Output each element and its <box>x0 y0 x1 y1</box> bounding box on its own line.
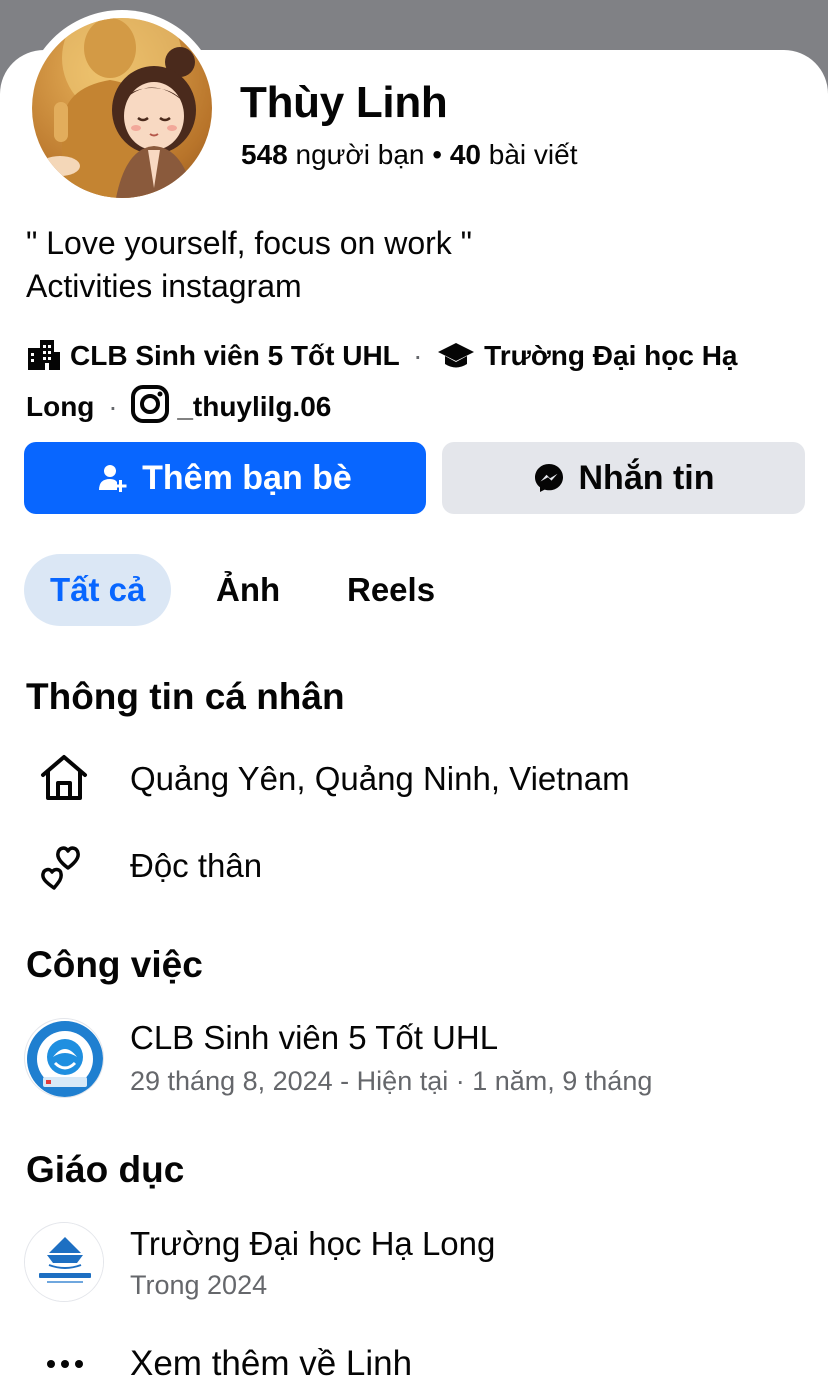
avatar[interactable] <box>32 18 212 198</box>
bio-line: " Love yourself, focus on work " <box>26 225 473 261</box>
add-friend-label: Thêm bạn bè <box>142 458 352 497</box>
bio: " Love yourself, focus on work " Activit… <box>26 222 472 308</box>
link-separator: · <box>108 391 118 422</box>
instagram-icon <box>131 385 170 436</box>
hometown-text: Quảng Yên, Quảng Ninh, Vietnam <box>130 760 630 797</box>
profile-name: Thùy Linh <box>240 78 448 127</box>
message-button[interactable]: Nhắn tin <box>442 442 805 514</box>
tab-all[interactable]: Tất cả <box>24 554 172 626</box>
add-friend-button[interactable]: Thêm bạn bè <box>24 442 426 514</box>
posts-label: bài viết <box>488 139 578 170</box>
work-section-title: Công việc <box>26 944 203 985</box>
education-period: Trong 2024 <box>130 1270 268 1300</box>
friends-label[interactable]: người bạn <box>296 139 425 170</box>
home-icon <box>38 752 90 809</box>
work-period: 29 tháng 8, 2024 - Hiện tại · 1 năm, 9 t… <box>130 1066 653 1096</box>
education-section-title: Giáo dục <box>26 1149 185 1190</box>
intro-links: CLB Sinh viên 5 Tốt UHL · Trường Đại học… <box>26 334 806 436</box>
instagram-link-label: _thuylilg.06 <box>177 391 332 422</box>
more-icon <box>44 1346 86 1383</box>
relationship-text: Độc thân <box>130 847 263 884</box>
school-link-label: Trường Đại học Hạ <box>484 340 738 371</box>
tab-photos[interactable]: Ảnh <box>190 554 306 626</box>
work-link-label: CLB Sinh viên 5 Tốt UHL <box>70 340 400 371</box>
education-school[interactable]: Trường Đại học Hạ Long <box>130 1225 495 1263</box>
add-person-icon <box>99 465 127 492</box>
posts-count: 40 <box>449 139 481 170</box>
tab-reels[interactable]: Reels <box>321 554 461 626</box>
avatar-illustration <box>40 18 196 198</box>
work-link[interactable]: CLB Sinh viên 5 Tốt UHL <box>26 340 407 371</box>
link-separator: · <box>413 340 423 371</box>
school-logo[interactable] <box>24 1222 104 1302</box>
work-org[interactable]: CLB Sinh viên 5 Tốt UHL <box>130 1019 498 1057</box>
hearts-icon <box>38 842 90 897</box>
school-link-label-cont: Long <box>26 391 95 422</box>
message-label: Nhắn tin <box>578 458 715 497</box>
graduation-cap-icon <box>436 340 476 385</box>
see-more-link[interactable]: Xem thêm về Linh <box>130 1344 412 1383</box>
personal-info-title: Thông tin cá nhân <box>26 676 345 717</box>
club-logo[interactable] <box>24 1018 104 1098</box>
instagram-link[interactable]: _thuylilg.06 <box>131 385 332 423</box>
bio-line: Activities instagram <box>26 268 302 304</box>
messenger-icon <box>534 464 563 492</box>
profile-stats: 548 người bạn • 40 bài viết <box>241 139 578 171</box>
building-icon <box>26 338 62 385</box>
stats-separator: • <box>432 139 443 170</box>
friends-count[interactable]: 548 <box>241 139 288 170</box>
